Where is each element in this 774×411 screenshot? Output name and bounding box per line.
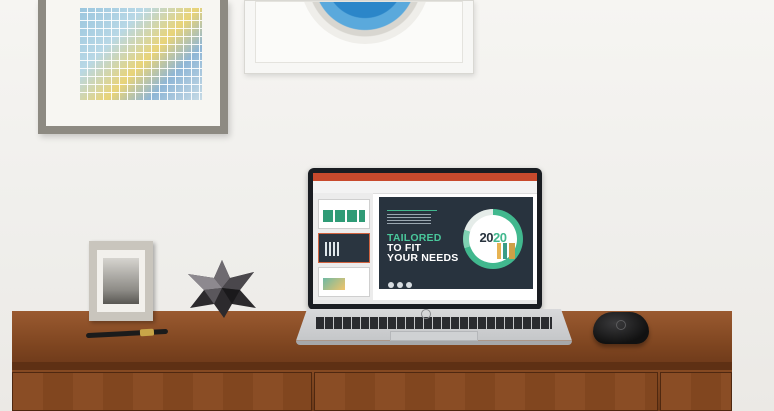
desk-drawer-left: [12, 372, 312, 411]
desk-drawer-center: [314, 372, 658, 411]
slide-rule: [387, 210, 437, 211]
wall-art-map-frame: [38, 0, 228, 134]
mouse-logo-icon: [616, 320, 626, 330]
brand-logo-icon: [421, 309, 431, 319]
computer-mouse: [593, 312, 649, 344]
app-statusbar: [313, 300, 537, 304]
badge-inner: 2020: [469, 215, 517, 263]
frame-mat: [46, 0, 220, 126]
main-slide: TAILORED TO FIT YOUR NEEDS 2020: [379, 197, 533, 289]
headline-line-3: YOUR NEEDS: [387, 252, 459, 264]
photo-image: [103, 258, 139, 304]
slide-thumbnails: [313, 193, 373, 300]
badge-year-part-1: 20: [479, 230, 494, 245]
circle-icon: [388, 282, 394, 288]
frame-mat: [255, 1, 463, 63]
office-scene: TAILORED TO FIT YOUR NEEDS 2020: [0, 0, 774, 411]
slide-icon-row: [388, 275, 415, 293]
city-skyline-graphic: [497, 243, 515, 259]
photo-mat: [97, 250, 145, 312]
slide-thumbnail: [318, 199, 370, 229]
laptop-screen: TAILORED TO FIT YOUR NEEDS 2020: [313, 173, 537, 304]
map-artwork: [80, 8, 202, 100]
slide-thumbnail-selected: [318, 233, 370, 263]
slide-headline: TAILORED TO FIT YOUR NEEDS: [387, 233, 459, 264]
circle-icon: [406, 282, 412, 288]
wall-art-circle-frame: [244, 0, 474, 74]
desk-edge: [12, 362, 732, 370]
laptop-lid: TAILORED TO FIT YOUR NEEDS 2020: [308, 168, 542, 310]
laptop-keyboard: [316, 317, 552, 329]
year-badge: 2020: [463, 209, 523, 269]
slide-body-text: [387, 214, 431, 224]
photo-frame: [89, 241, 153, 321]
slide-thumbnail: [318, 267, 370, 297]
circle-artwork: [300, 2, 430, 44]
desk-drawer-right: [660, 372, 732, 411]
laptop-touchpad: [390, 331, 478, 341]
laptop-base-edge: [296, 341, 572, 345]
app-titlebar: [313, 173, 537, 181]
star-sculpture: [188, 260, 256, 318]
pen-clip: [139, 328, 155, 337]
circle-icon: [397, 282, 403, 288]
